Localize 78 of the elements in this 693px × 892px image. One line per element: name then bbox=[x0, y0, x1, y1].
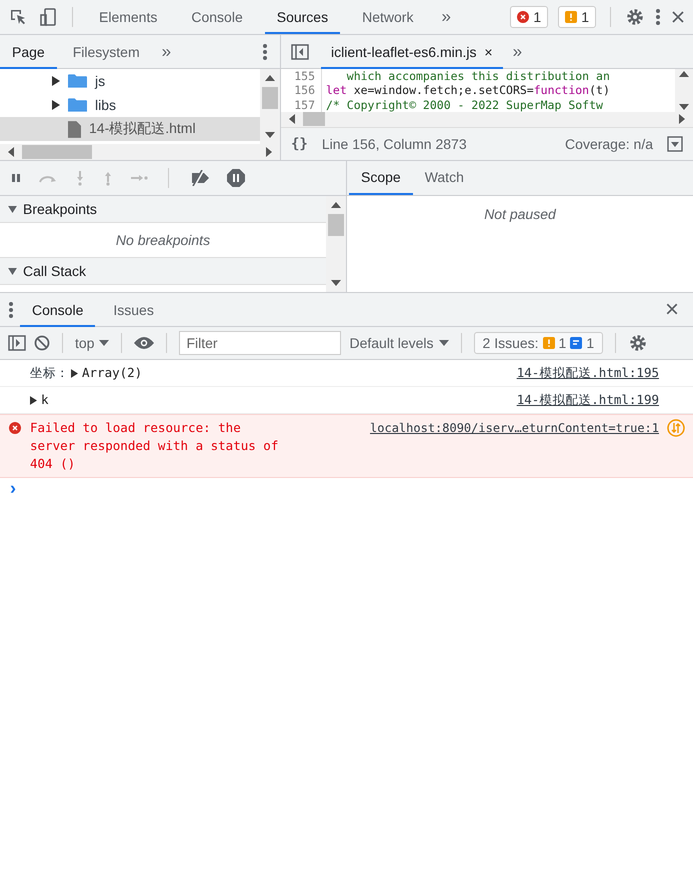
console-prompt[interactable]: › bbox=[0, 478, 693, 499]
object-preview[interactable]: k bbox=[30, 391, 49, 409]
error-icon bbox=[517, 11, 530, 23]
error-icon bbox=[8, 422, 22, 434]
more-tabs[interactable]: » bbox=[506, 42, 528, 62]
settings-icon[interactable] bbox=[628, 333, 648, 353]
expand-arrow-icon[interactable] bbox=[52, 100, 60, 110]
object-preview[interactable]: Array(2) bbox=[71, 364, 142, 382]
file-tree-item[interactable]: js bbox=[0, 69, 260, 93]
source-link[interactable]: localhost:8090/iserv…eturnContent=true:1 bbox=[370, 419, 659, 437]
file-icon bbox=[68, 120, 81, 138]
context-dropdown[interactable]: top bbox=[75, 335, 110, 351]
line-number: 156 bbox=[281, 83, 322, 98]
expand-arrow-icon bbox=[71, 368, 78, 378]
levels-dropdown[interactable]: Default levels bbox=[349, 335, 449, 351]
scrollbar[interactable] bbox=[0, 144, 280, 160]
panel-tab[interactable]: Network bbox=[350, 0, 426, 34]
inspect-icon[interactable] bbox=[8, 7, 28, 27]
source-link[interactable]: 14-模拟配送.html:199 bbox=[516, 391, 659, 409]
sidebar-toggle-icon[interactable] bbox=[8, 335, 26, 351]
more-tabs[interactable]: » bbox=[435, 7, 457, 27]
scrollbar[interactable] bbox=[260, 69, 280, 144]
navigator-tab[interactable]: Page bbox=[0, 34, 57, 68]
file-tab[interactable]: iclient-leaflet-es6.min.js × bbox=[321, 34, 503, 68]
close-button[interactable]: × bbox=[664, 298, 679, 322]
device-icon[interactable] bbox=[38, 7, 58, 27]
sidebar-tab[interactable]: Scope bbox=[349, 161, 413, 195]
close-icon[interactable] bbox=[671, 10, 685, 24]
scrollbar[interactable] bbox=[675, 69, 693, 112]
navigator-tab[interactable]: Filesystem bbox=[60, 34, 152, 68]
line-number: 155 bbox=[281, 69, 322, 84]
menu-icon[interactable] bbox=[8, 300, 14, 320]
panel-tab[interactable]: Elements bbox=[87, 0, 170, 34]
eye-icon[interactable] bbox=[134, 337, 154, 349]
expand-arrow-icon bbox=[8, 206, 17, 212]
drawer-tab[interactable]: Issues bbox=[101, 292, 166, 326]
file-tree-item[interactable]: libs bbox=[0, 93, 260, 117]
pause-icon[interactable] bbox=[10, 172, 22, 184]
filter-field[interactable]: Filter bbox=[179, 331, 342, 355]
warning-icon bbox=[565, 11, 578, 23]
clear-icon[interactable] bbox=[34, 335, 50, 351]
file-tree-item[interactable]: 14-模拟配送.html bbox=[0, 117, 260, 141]
code-line: which accompanies this distribution an bbox=[346, 69, 610, 84]
expand-arrow-icon bbox=[30, 396, 37, 404]
section-header[interactable]: Breakpoints bbox=[0, 196, 326, 223]
dropdown-arrow-icon bbox=[99, 340, 110, 346]
warning-counter[interactable]: 1 bbox=[558, 6, 596, 28]
status-message: Not paused bbox=[483, 205, 558, 222]
menu-icon[interactable] bbox=[262, 42, 268, 62]
panel-tab[interactable]: Console bbox=[179, 0, 255, 34]
warning-icon bbox=[542, 337, 555, 349]
pretty-print-button[interactable]: {} bbox=[291, 136, 308, 152]
section-header[interactable]: Call Stack bbox=[0, 258, 326, 285]
folder-icon bbox=[68, 97, 87, 113]
issues-button[interactable]: 2 Issues: 1 1 bbox=[474, 332, 604, 354]
source-link[interactable]: 14-模拟配送.html:195 bbox=[516, 364, 659, 382]
cursor-position: Line 156, Column 2873 bbox=[322, 136, 467, 152]
code-line: let xe=window.fetch;e.setCORS=function(t) bbox=[326, 83, 610, 98]
folder-icon bbox=[68, 73, 87, 89]
code-line: /* Copyright© 2000 - 2022 SuperMap Softw bbox=[326, 98, 603, 112]
message-icon bbox=[570, 337, 582, 349]
sidebar-tab[interactable]: Watch bbox=[412, 161, 476, 195]
coverage-label: Coverage: n/a bbox=[565, 136, 653, 152]
message-text: 坐标： bbox=[30, 364, 69, 382]
error-counter[interactable]: 1 bbox=[510, 6, 548, 28]
drawer-toggle-icon[interactable] bbox=[667, 136, 683, 152]
scrollbar[interactable] bbox=[281, 112, 693, 128]
expand-arrow-icon[interactable] bbox=[52, 76, 60, 86]
more-tabs[interactable]: » bbox=[156, 42, 178, 62]
dropdown-arrow-icon bbox=[438, 340, 449, 346]
message-text: Failed to load resource: the server responded with a status of 404 () bbox=[30, 419, 280, 473]
sidebar-toggle-icon[interactable] bbox=[291, 44, 309, 60]
deactivate-breakpoints-icon[interactable] bbox=[189, 170, 211, 186]
settings-icon[interactable] bbox=[625, 7, 645, 27]
expand-arrow-icon bbox=[8, 268, 17, 274]
scrollbar[interactable] bbox=[326, 196, 346, 292]
pause-on-exceptions-icon[interactable] bbox=[227, 169, 245, 187]
menu-icon[interactable] bbox=[655, 7, 661, 27]
